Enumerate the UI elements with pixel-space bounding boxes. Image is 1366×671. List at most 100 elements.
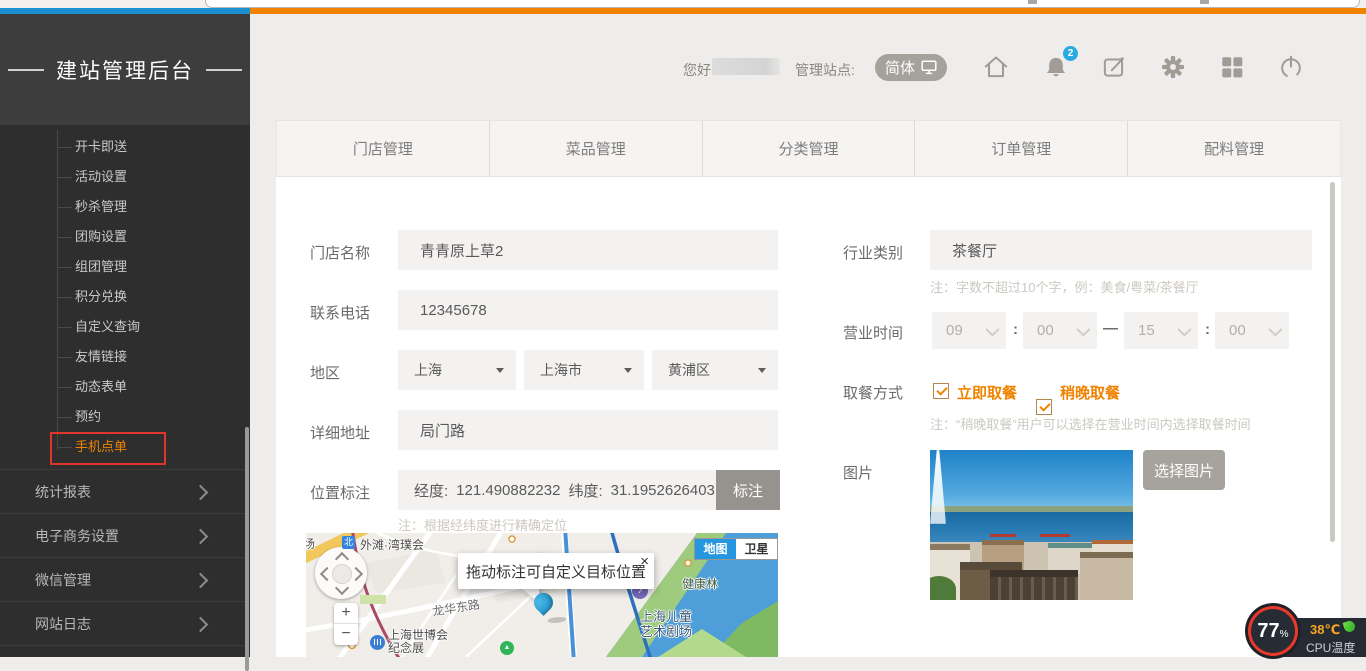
chevron-right-icon — [193, 617, 209, 633]
pickup-now-label[interactable]: 立即取餐 — [957, 382, 1017, 403]
cpu-temperature-widget[interactable]: 77% 38℃ CPU温度 — [1248, 604, 1366, 657]
browser-icon-fragment — [1028, 0, 1037, 4]
tab-order-management[interactable]: 订单管理 — [915, 121, 1128, 176]
tab-store-management[interactable]: 门店管理 — [277, 121, 490, 176]
map-view-button[interactable]: 地图 — [695, 539, 736, 559]
close-hour-select[interactable]: 15 — [1124, 312, 1198, 349]
sidebar-item-group[interactable]: 组团管理 — [0, 252, 246, 282]
cpu-usage-gauge[interactable]: 77% — [1248, 606, 1298, 656]
map-label-theater: 上海儿童艺术剧场 — [640, 609, 692, 639]
sidebar-section-site-log[interactable]: 网站日志 — [0, 601, 246, 645]
sidebar-item-seckill[interactable]: 秒杀管理 — [0, 192, 246, 222]
phone-input[interactable]: 12345678 — [398, 290, 778, 330]
active-item-highlight-box — [50, 432, 166, 465]
content-scrollbar[interactable] — [1330, 182, 1335, 542]
store-name-label: 门店名称 — [310, 242, 370, 263]
north-badge: 北 — [342, 536, 355, 549]
sidebar-section-divider — [0, 645, 246, 657]
open-minute-select[interactable]: 00 — [1023, 312, 1097, 349]
greeting-text: 您好 — [683, 60, 711, 80]
cpu-temp-value: 38℃ — [1310, 622, 1340, 638]
notification-badge: 2 — [1063, 46, 1078, 61]
edit-icon[interactable] — [1100, 53, 1128, 81]
browser-strip — [0, 0, 1366, 8]
industry-note: 注：字数不超过10个字，例：美食/粤菜/茶餐厅 — [930, 277, 1199, 296]
zoom-out-button[interactable]: − — [334, 623, 358, 645]
close-minute-value: 00 — [1229, 322, 1246, 339]
address-input[interactable]: 局门路 — [398, 410, 778, 450]
tab-dish-management[interactable]: 菜品管理 — [490, 121, 703, 176]
sidebar-item-custom-query[interactable]: 自定义查询 — [0, 312, 246, 342]
sidebar-item-booking[interactable]: 预约 — [0, 402, 246, 432]
map-label-chang: 场 — [306, 535, 315, 552]
region-label: 地区 — [310, 362, 340, 383]
store-photo-preview — [930, 450, 1133, 600]
sidebar-section-ecommerce[interactable]: 电子商务设置 — [0, 513, 246, 557]
open-hour-select[interactable]: 09 — [932, 312, 1006, 349]
chevron-down-icon — [1268, 322, 1282, 336]
home-icon[interactable] — [982, 53, 1010, 81]
sidebar-scrollbar[interactable] — [245, 427, 249, 671]
apps-grid-icon[interactable] — [1218, 53, 1246, 81]
address-bar-edge — [205, 0, 1360, 8]
browser-icon-fragment — [1200, 0, 1209, 4]
location-map[interactable]: 场 外滩·湾璞会 龙华东路 上海世博会纪念展 ▲ ♪ 上海儿童艺术剧场 健康林 … — [306, 533, 778, 657]
chevron-down-icon — [985, 322, 999, 336]
cpu-percent-sign: % — [1280, 629, 1289, 640]
latitude-label: 纬度: — [568, 480, 602, 501]
app-title: 建站管理后台 — [56, 55, 194, 85]
close-icon[interactable]: × — [640, 554, 649, 569]
tab-category-management[interactable]: 分类管理 — [703, 121, 916, 176]
time-colon: : — [1013, 321, 1018, 338]
language-button[interactable]: 简体 — [875, 54, 947, 81]
sidebar-item-links[interactable]: 友情链接 — [0, 342, 246, 372]
province-select[interactable]: 上海 — [398, 350, 516, 390]
chevron-down-icon — [1076, 322, 1090, 336]
location-input[interactable]: 经度: 121.490882232 纬度: 31.1952626403 — [398, 470, 716, 510]
pickup-label: 取餐方式 — [843, 382, 903, 403]
open-hour-value: 09 — [946, 322, 963, 339]
section-label: 网站日志 — [35, 616, 91, 632]
app-logo: 建站管理后台 — [0, 14, 250, 125]
sidebar-item-groupbuy[interactable]: 团购设置 — [0, 222, 246, 252]
sidebar-item-dynamic-form[interactable]: 动态表单 — [0, 372, 246, 402]
power-icon[interactable] — [1277, 53, 1305, 81]
pickup-later-label[interactable]: 稍晚取餐 — [1060, 382, 1120, 403]
map-tooltip: 拖动标注可自定义目标位置 × — [458, 553, 654, 589]
location-note: 注：根据经纬度进行精确定位 — [398, 515, 567, 534]
open-minute-value: 00 — [1037, 322, 1054, 339]
pickup-now-checkbox[interactable] — [933, 383, 949, 399]
sidebar-section-wechat[interactable]: 微信管理 — [0, 557, 246, 601]
choose-image-button[interactable]: 选择图片 — [1143, 450, 1225, 490]
sidebar-item-points[interactable]: 积分兑换 — [0, 282, 246, 312]
logo-dash-left — [8, 69, 44, 71]
satellite-view-button[interactable]: 卫星 — [736, 539, 777, 559]
pickup-later-checkbox[interactable] — [1036, 399, 1052, 415]
phone-label: 联系电话 — [310, 302, 370, 323]
map-label-park: 健康林 — [682, 575, 718, 592]
longitude-label: 经度: — [414, 480, 448, 501]
sidebar-section-statistics[interactable]: 统计报表 — [0, 469, 246, 513]
sidebar-item-activity[interactable]: 活动设置 — [0, 162, 246, 192]
district-value: 黄浦区 — [668, 360, 710, 380]
map-pan-control[interactable] — [315, 547, 367, 599]
cpu-percent-value: 77 — [1257, 609, 1279, 653]
pan-center-dot — [332, 564, 352, 584]
dropdown-arrow-icon — [624, 368, 632, 373]
dropdown-arrow-icon — [496, 368, 504, 373]
close-minute-select[interactable]: 00 — [1215, 312, 1289, 349]
map-zoom-control[interactable]: + − — [334, 603, 358, 645]
province-value: 上海 — [414, 360, 442, 380]
store-name-input[interactable]: 青青原上草2 — [398, 230, 778, 270]
mark-location-button[interactable]: 标注 — [716, 470, 780, 510]
settings-gear-icon[interactable] — [1159, 53, 1187, 81]
district-select[interactable]: 黄浦区 — [652, 350, 778, 390]
industry-input[interactable]: 茶餐厅 — [930, 230, 1312, 270]
tab-ingredient-management[interactable]: 配料管理 — [1128, 121, 1340, 176]
sidebar-item-card-gift[interactable]: 开卡即送 — [0, 132, 246, 162]
tab-bar: 门店管理 菜品管理 分类管理 订单管理 配料管理 — [276, 120, 1341, 177]
city-select[interactable]: 上海市 — [524, 350, 644, 390]
industry-label: 行业类别 — [843, 242, 903, 263]
dropdown-arrow-icon — [758, 368, 766, 373]
zoom-in-button[interactable]: + — [334, 603, 358, 623]
